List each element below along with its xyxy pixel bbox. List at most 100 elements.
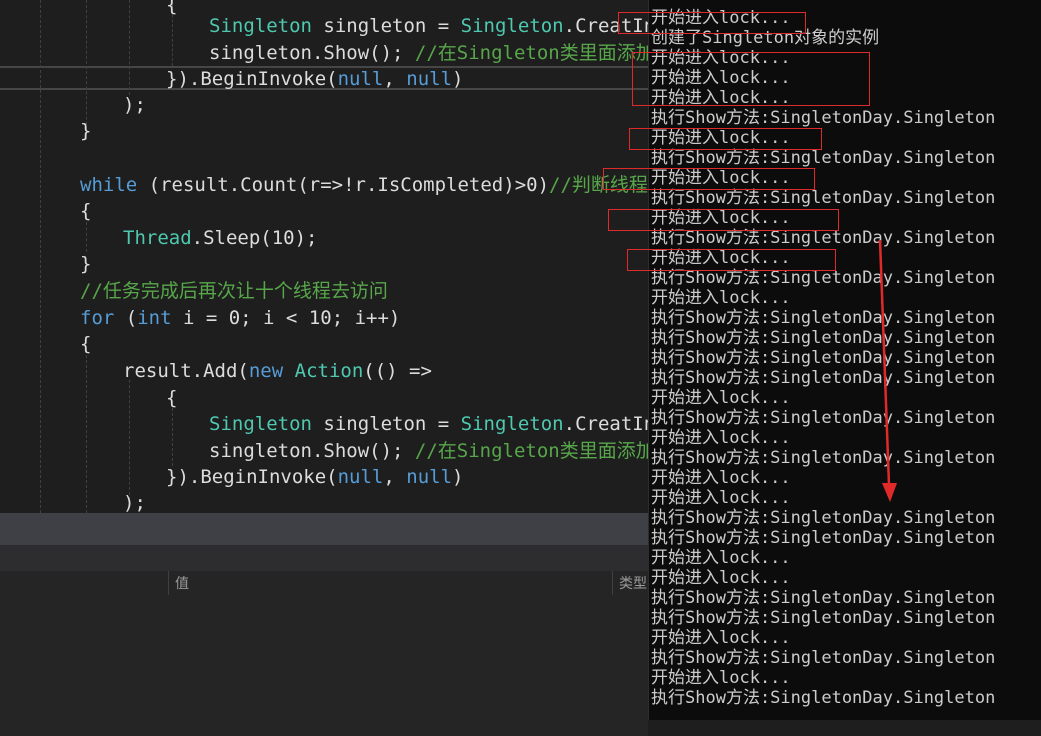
indent-guide xyxy=(172,408,173,466)
code-token: singleton = xyxy=(311,413,461,435)
code-line[interactable]: Thread.Sleep(10); xyxy=(123,225,317,251)
code-token: ) xyxy=(452,68,464,90)
editor-panel-divider[interactable] xyxy=(0,513,648,545)
console-line: 执行Show方法:SingletonDay.Singleton xyxy=(651,328,996,348)
code-type: Singleton xyxy=(460,413,564,435)
highlight-box xyxy=(603,168,815,190)
console-line: 执行Show方法:SingletonDay.Singleton xyxy=(651,648,996,668)
code-token: { xyxy=(166,387,178,409)
console-line: 开始进入lock... xyxy=(651,548,791,568)
code-keyword: for xyxy=(80,307,115,329)
column-value-label: 值 xyxy=(175,575,189,591)
code-token: { xyxy=(80,333,92,355)
console-line: 执行Show方法:SingletonDay.Singleton xyxy=(651,588,996,608)
code-line[interactable]: singleton.Show(); //在Singleton类里面添加 xyxy=(209,40,648,66)
console-line: 开始进入lock... xyxy=(651,288,791,308)
code-line[interactable]: } xyxy=(80,118,91,144)
code-line[interactable]: //任务完成后再次让十个线程去访问 xyxy=(80,278,388,304)
code-line[interactable]: while (result.Count(r=>!r.IsCompleted)>0… xyxy=(80,172,648,198)
code-keyword: null xyxy=(406,466,453,488)
code-editor[interactable]: {Singleton singleton = Singleton.CreatIn… xyxy=(0,0,648,513)
code-token: } xyxy=(80,253,92,275)
code-line[interactable]: ); xyxy=(123,92,146,118)
indent-guide xyxy=(129,0,130,95)
code-token: singleton.Show(); xyxy=(209,440,415,462)
code-token: (() => xyxy=(363,360,432,382)
code-comment: //在Singleton类里面添加 xyxy=(414,440,648,462)
code-line[interactable]: { xyxy=(166,0,177,18)
console-line: 执行Show方法:SingletonDay.Singleton xyxy=(651,108,996,128)
code-line[interactable]: Singleton singleton = Singleton.CreatIns… xyxy=(209,13,648,39)
console-line: 执行Show方法:SingletonDay.Singleton xyxy=(651,408,996,428)
console-line: 执行Show方法:SingletonDay.Singleton xyxy=(651,188,996,208)
code-type: Action xyxy=(294,360,364,382)
code-line[interactable]: result.Add(new Action(() => xyxy=(123,358,432,384)
highlight-box xyxy=(629,128,822,150)
console-line: 开始进入lock... xyxy=(651,628,791,648)
background-strip xyxy=(648,720,1041,736)
code-line[interactable]: } xyxy=(80,251,91,277)
code-keyword: null xyxy=(406,68,453,90)
code-line[interactable]: { xyxy=(166,385,177,411)
panel-toolbar xyxy=(0,545,648,571)
console-line: 执行Show方法:SingletonDay.Singleton xyxy=(651,448,996,468)
console-line: 执行Show方法:SingletonDay.Singleton xyxy=(651,348,996,368)
code-type: Singleton xyxy=(209,15,312,37)
code-line[interactable]: ); xyxy=(123,490,146,513)
console-line: 执行Show方法:SingletonDay.Singleton xyxy=(651,308,996,328)
code-token: singleton = xyxy=(311,15,461,37)
arrow-head xyxy=(882,483,897,502)
code-comment: //任务完成后再次让十个线程去访问 xyxy=(80,280,388,302)
code-token: result.Add( xyxy=(123,360,249,382)
indent-guide xyxy=(86,355,87,513)
code-token: i = 0; i < 10; i++) xyxy=(171,307,401,329)
column-header-value[interactable]: 值 xyxy=(168,571,612,595)
console-window: 开始进入lock... 创建了Singleton对象的实例 开始进入lock... 开… xyxy=(648,0,1041,720)
code-line[interactable]: Singleton singleton = Singleton.CreatIns… xyxy=(209,411,648,437)
code-token: , xyxy=(383,466,407,488)
console-line: 执行Show方法:SingletonDay.Singleton xyxy=(651,268,996,288)
console-line: 执行Show方法:SingletonDay.Singleton xyxy=(651,228,996,248)
console-line: 开始进入lock... xyxy=(651,668,791,688)
code-token: ); xyxy=(123,94,146,116)
code-token: { xyxy=(166,0,178,16)
code-token: }).BeginInvoke( xyxy=(166,68,338,90)
code-token: ( xyxy=(114,307,138,329)
code-keyword: while xyxy=(80,174,138,196)
code-line[interactable]: { xyxy=(80,331,91,357)
down-arrow-annotation xyxy=(878,240,897,502)
indent-guide xyxy=(86,222,87,252)
code-type: Singleton xyxy=(209,413,312,435)
code-token: }).BeginInvoke( xyxy=(166,466,338,488)
console-line: 执行Show方法:SingletonDay.Singleton xyxy=(651,508,996,528)
code-type: Thread xyxy=(123,227,192,249)
column-header-type[interactable]: 类型 xyxy=(612,571,648,595)
console-line: 开始进入lock... xyxy=(651,468,791,488)
console-line: 执行Show方法:SingletonDay.Singleton xyxy=(651,688,996,708)
console-line: 开始进入lock... xyxy=(651,488,791,508)
code-token: { xyxy=(80,200,92,222)
watch-panel xyxy=(0,571,648,736)
console-line: 执行Show方法:SingletonDay.Singleton xyxy=(651,608,996,628)
console-line: 执行Show方法:SingletonDay.Singleton xyxy=(651,528,996,548)
highlight-box xyxy=(632,52,870,106)
code-token: .Sleep(10); xyxy=(191,227,318,249)
column-header-name[interactable] xyxy=(0,571,168,595)
code-token: .CreatInst xyxy=(563,413,648,435)
code-keyword: null xyxy=(337,68,384,90)
code-line[interactable]: { xyxy=(80,198,91,224)
column-type-label: 类型 xyxy=(619,575,647,591)
console-line: 执行Show方法:SingletonDay.Singleton xyxy=(651,368,996,388)
code-comment: //在Singleton类里面添加 xyxy=(414,42,648,64)
console-line: 执行Show方法:SingletonDay.Singleton xyxy=(651,148,996,168)
code-line[interactable]: for (int i = 0; i < 10; i++) xyxy=(80,305,400,331)
code-token: ); xyxy=(123,492,146,513)
code-line[interactable]: singleton.Show(); //在Singleton类里面添加 xyxy=(209,438,648,464)
code-keyword: new xyxy=(248,360,284,382)
code-keyword: int xyxy=(137,307,172,329)
code-line[interactable]: }).BeginInvoke(null, null) xyxy=(166,464,463,490)
code-type: Singleton xyxy=(460,15,564,37)
highlight-box xyxy=(608,209,839,231)
code-line[interactable]: }).BeginInvoke(null, null) xyxy=(166,66,463,92)
